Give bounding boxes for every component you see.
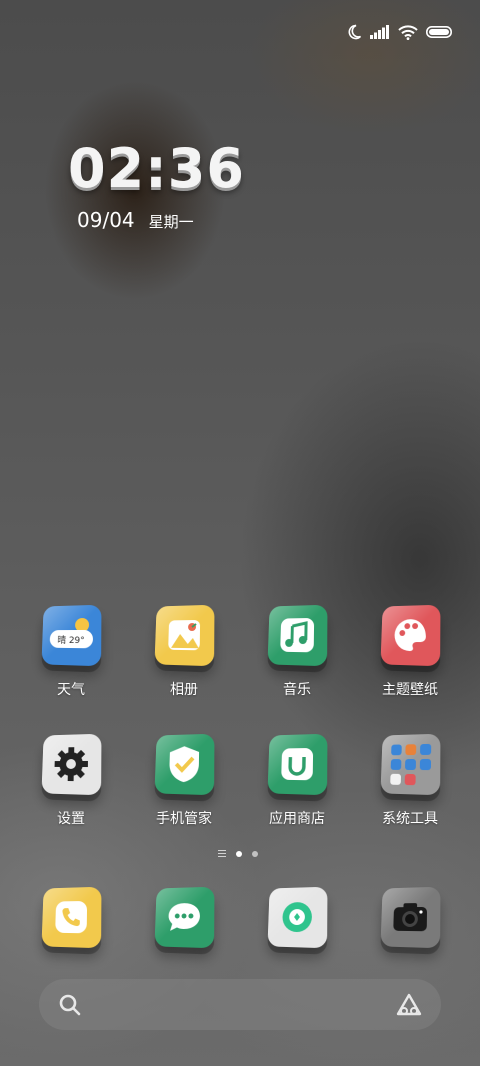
security-shield-icon xyxy=(154,733,215,796)
app-store-icon xyxy=(267,733,328,796)
mini-app-icon xyxy=(389,773,401,785)
browser-icon xyxy=(267,886,328,949)
date-row: 09/04 星期一 xyxy=(77,208,194,232)
mini-app-icon xyxy=(390,744,402,755)
phone-icon xyxy=(41,886,102,949)
app-themes[interactable]: 主题壁纸 xyxy=(360,604,460,699)
settings-gear-icon xyxy=(41,733,102,796)
app-label: 音乐 xyxy=(283,682,311,698)
dock-browser[interactable] xyxy=(247,886,347,949)
app-label: 主题壁纸 xyxy=(382,682,438,698)
app-label: 应用商店 xyxy=(269,811,325,827)
weekday-text: 星期一 xyxy=(148,213,194,231)
gallery-icon xyxy=(154,604,215,667)
moon-icon xyxy=(348,24,362,40)
battery-icon xyxy=(426,26,452,38)
search-bar[interactable] xyxy=(39,979,441,1030)
mini-app-icon xyxy=(419,774,430,785)
app-security[interactable]: 手机管家 xyxy=(134,733,234,828)
signal-icon xyxy=(370,25,389,39)
date-text: 09/04 xyxy=(77,208,135,232)
mini-app-icon xyxy=(404,773,416,785)
folder-icon xyxy=(380,733,441,796)
app-label: 系统工具 xyxy=(382,811,438,827)
status-bar xyxy=(346,22,454,42)
messages-icon xyxy=(154,886,215,949)
app-label: 手机管家 xyxy=(156,811,212,827)
page-dot-active xyxy=(236,850,242,857)
app-system-tools-folder[interactable]: 系统工具 xyxy=(360,733,460,828)
app-weather[interactable]: 晴 29° 天气 xyxy=(21,604,121,699)
camera-icon xyxy=(380,886,441,949)
wifi-icon xyxy=(398,24,418,40)
theme-palette-icon xyxy=(380,604,441,667)
clock-time[interactable]: 02:36 xyxy=(68,142,245,196)
app-settings[interactable]: 设置 xyxy=(21,733,121,828)
app-music[interactable]: 音乐 xyxy=(247,604,347,699)
page-list-icon xyxy=(218,850,226,857)
app-store[interactable]: 应用商店 xyxy=(247,733,347,828)
ai-assistant-icon[interactable] xyxy=(395,992,423,1018)
mini-app-icon xyxy=(404,758,416,770)
mini-app-icon xyxy=(419,743,431,755)
mini-app-icon xyxy=(419,758,431,770)
app-label: 设置 xyxy=(57,811,85,827)
app-label: 相册 xyxy=(170,682,198,698)
app-label: 天气 xyxy=(57,682,85,698)
app-gallery[interactable]: 相册 xyxy=(134,604,234,699)
music-icon xyxy=(267,604,328,667)
search-icon xyxy=(59,994,81,1015)
weather-widget-text: 晴 29° xyxy=(57,635,85,647)
mini-app-icon xyxy=(390,758,401,770)
dock-messages[interactable] xyxy=(134,886,234,949)
dock-camera[interactable] xyxy=(360,886,460,949)
page-dot xyxy=(252,850,258,857)
dock-phone[interactable] xyxy=(21,886,121,949)
mini-app-icon xyxy=(404,743,416,755)
page-indicator[interactable] xyxy=(218,850,258,857)
weather-icon: 晴 29° xyxy=(41,604,102,667)
